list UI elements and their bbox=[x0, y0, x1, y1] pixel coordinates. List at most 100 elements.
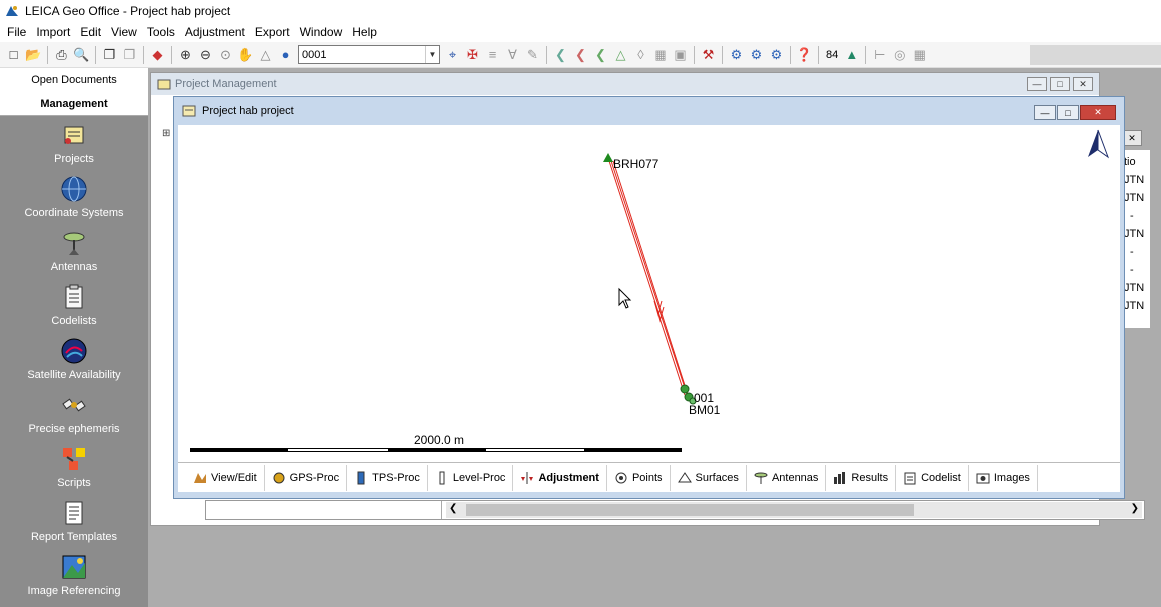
point-selector-combo[interactable]: 0001 ▼ bbox=[298, 45, 440, 64]
tab-level-proc[interactable]: Level-Proc bbox=[428, 464, 514, 491]
baseline[interactable] bbox=[610, 160, 689, 398]
tree-expand-icon[interactable]: ⊞ bbox=[162, 128, 170, 139]
list-icon[interactable]: ≡ bbox=[483, 45, 502, 65]
tab-surfaces[interactable]: Surfaces bbox=[671, 464, 747, 491]
tps-proc-icon bbox=[357, 471, 365, 484]
tab-label: Codelist bbox=[921, 471, 961, 484]
control-point-marker[interactable] bbox=[603, 153, 613, 162]
pm-bottom-bar: ❮ ❯ bbox=[205, 500, 1145, 520]
menu-tools[interactable]: Tools bbox=[142, 25, 180, 39]
maximize-icon[interactable]: □ bbox=[1057, 105, 1079, 120]
scrollbar-thumb[interactable] bbox=[466, 504, 914, 516]
nav-item-satellite-availability[interactable]: Satellite Availability bbox=[0, 330, 148, 384]
nav-item-image-referencing[interactable]: Image Referencing bbox=[0, 546, 148, 600]
point-marker[interactable] bbox=[680, 384, 690, 394]
tab-management[interactable]: Management bbox=[0, 92, 148, 116]
zoom-window-icon[interactable]: ⊙ bbox=[216, 45, 235, 65]
pm-cell: - bbox=[1130, 246, 1134, 258]
tab-points[interactable]: Points bbox=[607, 464, 671, 491]
baseline-icon[interactable]: ❮ bbox=[551, 45, 570, 65]
minimize-icon[interactable]: — bbox=[1034, 105, 1056, 120]
nav-item-codelists[interactable]: Codelists bbox=[0, 276, 148, 330]
project-window: Project hab project — □ ✕ BRH077 001 BM0… bbox=[173, 96, 1125, 499]
scroll-left-icon[interactable]: ❮ bbox=[449, 503, 457, 514]
view-edit-icon bbox=[194, 472, 206, 483]
tab-label: View/Edit bbox=[211, 471, 257, 484]
grid-icon[interactable]: ▦ bbox=[651, 45, 670, 65]
project-icon[interactable]: ◆ bbox=[148, 45, 167, 65]
pm-cell: JTN bbox=[1124, 228, 1145, 240]
nav-item-projects[interactable]: Projects bbox=[0, 116, 148, 168]
menu-edit[interactable]: Edit bbox=[75, 25, 106, 39]
tab-view-edit[interactable]: View/Edit bbox=[186, 464, 265, 491]
minimize-icon[interactable]: — bbox=[1027, 77, 1047, 91]
baseline[interactable] bbox=[612, 160, 691, 402]
tab-tps-proc[interactable]: TPS-Proc bbox=[347, 464, 428, 491]
surface-icon[interactable]: ◊ bbox=[631, 45, 650, 65]
layers-icon[interactable]: △ bbox=[256, 45, 275, 65]
print-icon[interactable]: ⎙ bbox=[52, 45, 71, 65]
menu-window[interactable]: Window bbox=[295, 25, 348, 39]
table-icon[interactable]: ▦ bbox=[910, 45, 929, 65]
north-arrow-icon bbox=[1088, 129, 1110, 159]
tab-images[interactable]: Images bbox=[969, 464, 1038, 491]
compute-2-icon[interactable]: ⚙ bbox=[747, 45, 766, 65]
nav-item-antennas[interactable]: Antennas bbox=[0, 222, 148, 276]
copy-icon[interactable]: ❐ bbox=[100, 45, 119, 65]
scale-bar-label: 2000.0 m bbox=[414, 433, 465, 447]
gps-proc-icon bbox=[273, 472, 285, 483]
horizontal-scrollbar[interactable]: ❮ ❯ bbox=[446, 502, 1142, 518]
zoom-in-icon[interactable]: ⊕ bbox=[176, 45, 195, 65]
crosshair-icon[interactable]: ⌖ bbox=[443, 45, 462, 65]
menu-export[interactable]: Export bbox=[250, 25, 295, 39]
baseline-adjust-icon[interactable]: ❮ bbox=[591, 45, 610, 65]
tab-open-documents[interactable]: Open Documents bbox=[0, 68, 148, 92]
filter-icon[interactable]: ∀ bbox=[503, 45, 522, 65]
nav-item-coordinate-systems[interactable]: Coordinate Systems bbox=[0, 168, 148, 222]
images-icon bbox=[976, 473, 990, 483]
adjust-run-icon[interactable]: ⚒ bbox=[699, 45, 718, 65]
new-file-icon[interactable]: □ bbox=[4, 45, 23, 65]
pm-bottom-left-field[interactable] bbox=[206, 501, 442, 519]
triangle-icon[interactable]: △ bbox=[611, 45, 630, 65]
tab-codelist[interactable]: Codelist bbox=[896, 464, 969, 491]
tab-results[interactable]: Results bbox=[826, 464, 897, 491]
project-window-controls: — □ ✕ bbox=[1034, 105, 1116, 120]
globe-view-icon[interactable]: ● bbox=[276, 45, 295, 65]
box-icon[interactable]: ▣ bbox=[671, 45, 690, 65]
tab-antennas[interactable]: Antennas bbox=[747, 464, 827, 491]
chevron-down-icon[interactable]: ▼ bbox=[425, 46, 439, 63]
nav-item-report-templates[interactable]: Report Templates bbox=[0, 492, 148, 546]
compute-icon[interactable]: ⚙ bbox=[727, 45, 746, 65]
open-folder-icon[interactable]: 📂 bbox=[24, 45, 43, 65]
target-icon[interactable]: ◎ bbox=[890, 45, 909, 65]
adjustment-map-canvas[interactable]: BRH077 001 BM01 2000.0 m bbox=[178, 125, 1120, 462]
nav-item-scripts[interactable]: Scripts bbox=[0, 438, 148, 492]
tab-gps-proc[interactable]: GPS-Proc bbox=[265, 464, 348, 491]
total-station-icon[interactable]: ▲ bbox=[842, 45, 861, 65]
zoom-out-icon[interactable]: ⊖ bbox=[196, 45, 215, 65]
maximize-icon[interactable]: □ bbox=[1050, 77, 1070, 91]
scroll-right-icon[interactable]: ❯ bbox=[1131, 503, 1139, 514]
flag-icon[interactable]: ✠ bbox=[463, 45, 482, 65]
print-preview-icon[interactable]: 🔍 bbox=[72, 45, 91, 65]
compute-3-icon[interactable]: ⚙ bbox=[767, 45, 786, 65]
menu-import[interactable]: Import bbox=[31, 25, 75, 39]
close-icon[interactable]: ✕ bbox=[1073, 77, 1093, 91]
menu-adjustment[interactable]: Adjustment bbox=[180, 25, 250, 39]
menu-help[interactable]: Help bbox=[347, 25, 382, 39]
axis-icon[interactable]: ⊢ bbox=[870, 45, 889, 65]
baseline-select-icon[interactable]: ❮ bbox=[571, 45, 590, 65]
edit-icon[interactable]: ✎ bbox=[523, 45, 542, 65]
pan-hand-icon[interactable]: ✋ bbox=[236, 45, 255, 65]
close-icon[interactable]: ✕ bbox=[1080, 105, 1116, 120]
help-cursor-icon[interactable]: ❓ bbox=[795, 45, 814, 65]
menu-view[interactable]: View bbox=[106, 25, 142, 39]
baseline[interactable] bbox=[608, 160, 686, 396]
tab-adjustment[interactable]: Adjustment bbox=[513, 464, 607, 491]
paste-icon[interactable]: ❐ bbox=[120, 45, 139, 65]
nav-item-precise-ephemeris[interactable]: Precise ephemeris bbox=[0, 384, 148, 438]
menu-file[interactable]: File bbox=[2, 25, 31, 39]
panel-close-icon[interactable]: ✕ bbox=[1122, 130, 1142, 146]
nav-label: Precise ephemeris bbox=[28, 423, 120, 435]
